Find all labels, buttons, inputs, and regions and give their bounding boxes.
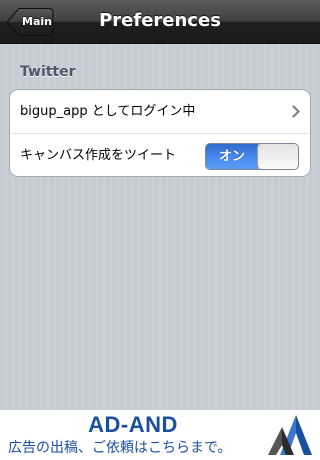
ad-banner[interactable]: AD-AND 広告の出稿、ご依頼はこちらまで。	[0, 410, 320, 460]
section-header-twitter: Twitter	[20, 64, 76, 80]
page-title: Preferences	[99, 10, 221, 31]
main-back-button[interactable]: Main	[6, 7, 54, 37]
chevron-right-icon	[292, 105, 300, 118]
ad-and-logo-icon	[268, 415, 312, 455]
ad-title: AD-AND	[88, 412, 178, 437]
tweet-canvas-toggle[interactable]: オン	[205, 143, 299, 170]
tweet-canvas-row: キャンバス作成をツイート オン	[10, 134, 310, 176]
back-button-label: Main	[22, 15, 52, 28]
twitter-settings-group: bigup_app としてログイン中 キャンバス作成をツイート オン	[9, 89, 311, 177]
toggle-on-label: オン	[206, 144, 258, 169]
toggle-thumb[interactable]	[257, 144, 298, 169]
navigation-bar: Main Preferences	[0, 0, 320, 44]
login-account-label: bigup_app としてログイン中	[20, 104, 196, 119]
tweet-canvas-label: キャンバス作成をツイート	[20, 148, 177, 163]
ad-subtitle: 広告の出稿、ご依頼はこちらまで。	[8, 440, 232, 456]
login-account-row[interactable]: bigup_app としてログイン中	[10, 90, 310, 134]
